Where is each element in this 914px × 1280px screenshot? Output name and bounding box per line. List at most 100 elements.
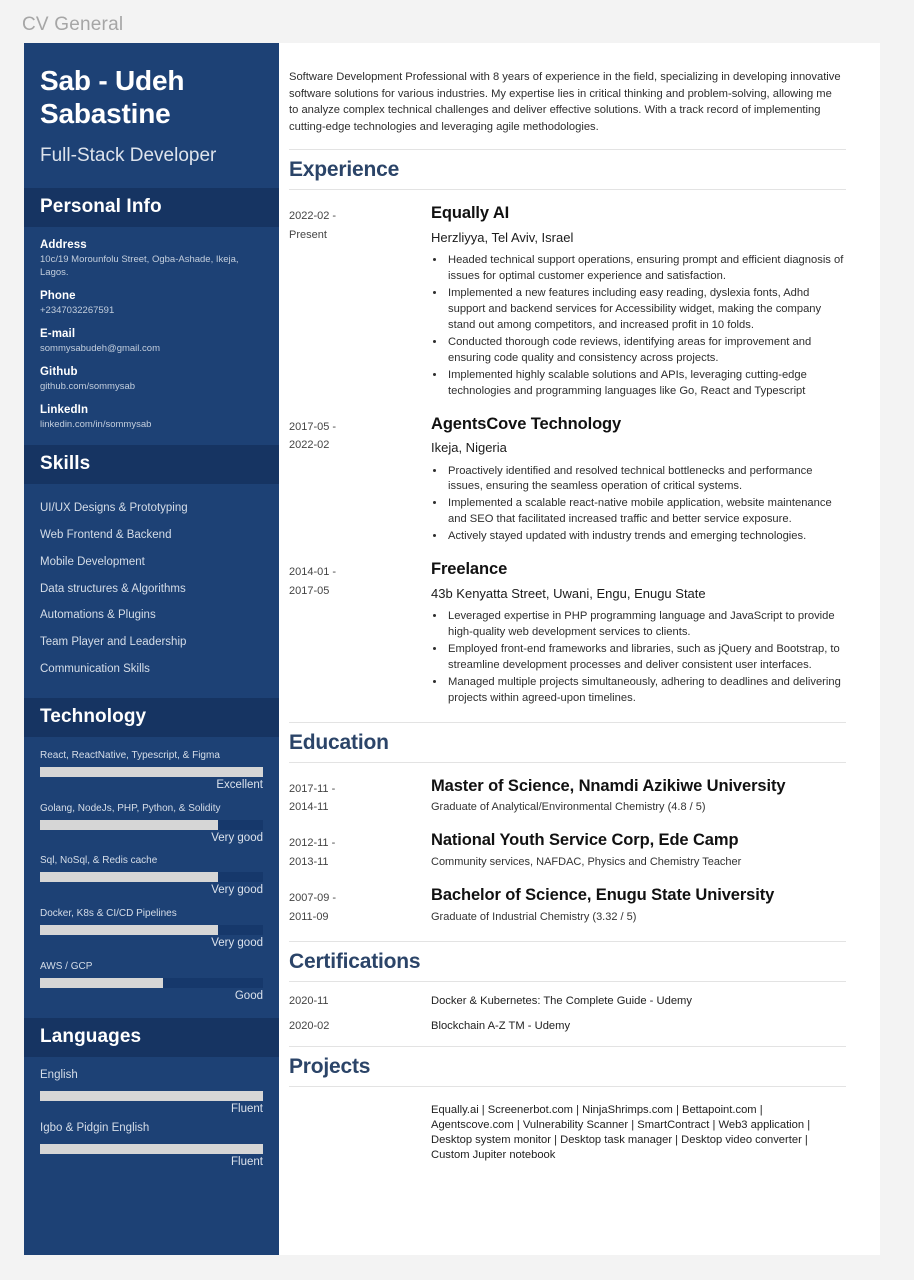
language-level: Fluent — [231, 1156, 263, 1169]
technology-body: React, ReactNative, Typescript, & Figma … — [24, 737, 279, 1018]
technology-progress-bar — [40, 766, 263, 777]
experience-date: 2014-01 - 2017-05 — [289, 560, 431, 707]
date-from: 2017-11 - — [289, 782, 336, 795]
education-date: 2017-11 - 2014-11 — [289, 777, 431, 818]
technology-item: Docker, K8s & CI/CD Pipelines Very good — [40, 907, 263, 951]
list-item: Managed multiple projects simultaneously… — [446, 675, 846, 707]
sidebar-identity: Sab - Udeh Sabastine Full-Stack Develope… — [24, 43, 279, 188]
experience-heading: Experience — [289, 158, 400, 182]
skills-heading: Skills — [40, 453, 91, 475]
info-item-linkedin: LinkedIn linkedin.com/in/sommysab — [40, 404, 263, 431]
technology-name: Sql, NoSql, & Redis cache — [40, 855, 158, 867]
certifications-heading: Certifications — [289, 950, 421, 974]
info-label: LinkedIn — [40, 404, 89, 417]
technology-name: Golang, NodeJs, PHP, Python, & Solidity — [40, 802, 221, 814]
certification-date: 2020-02 — [289, 1020, 330, 1033]
date-to: 2014-11 — [289, 801, 329, 814]
certifications-section-header: Certifications — [289, 941, 846, 983]
info-value[interactable]: sommysabudeh@gmail.com — [40, 342, 263, 355]
list-item: Leveraged expertise in PHP programming l… — [446, 609, 846, 641]
skill-item: UI/UX Designs & Prototyping — [40, 502, 188, 515]
skill-item: Data structures & Algorithms — [40, 582, 186, 595]
projects-list: Equally.ai | Screenerbot.com | NinjaShri… — [431, 1104, 811, 1161]
education-detail: Master of Science, Nnamdi Azikiwe Univer… — [431, 777, 846, 818]
technology-progress-fill — [40, 978, 163, 989]
personal-info-heading: Personal Info — [40, 195, 162, 217]
degree-name: Master of Science, Nnamdi Azikiwe Univer… — [431, 776, 786, 795]
technology-level: Very good — [211, 884, 263, 897]
language-progress-bar — [40, 1144, 263, 1155]
experience-entry: 2014-01 - 2017-05 Freelance 43b Kenyatta… — [289, 546, 846, 707]
technology-progress-bar — [40, 872, 263, 883]
degree-detail: Graduate of Industrial Chemistry (3.32 /… — [431, 911, 637, 923]
skill-item: Team Player and Leadership — [40, 636, 187, 649]
info-item-email: E-mail sommysabudeh@gmail.com — [40, 328, 263, 355]
degree-name: Bachelor of Science, Enugu State Univers… — [431, 886, 775, 905]
technology-progress-bar — [40, 978, 263, 989]
list-item: Employed front-end frameworks and librar… — [446, 642, 846, 674]
certification-name: Blockchain A-Z TM - Udemy — [431, 1020, 571, 1033]
technology-level: Excellent — [216, 778, 263, 791]
info-item-phone: Phone +2347032267591 — [40, 290, 263, 317]
section-header-languages: Languages — [24, 1017, 279, 1057]
responsibility-list: Leveraged expertise in PHP programming l… — [446, 609, 846, 706]
language-item: English Fluent — [40, 1069, 263, 1117]
certification-date: 2020-11 — [289, 995, 329, 1008]
technology-level: Very good — [211, 831, 263, 844]
responsibility-list: Headed technical support operations, ens… — [446, 253, 846, 399]
education-detail: National Youth Service Corp, Ede Camp Co… — [431, 831, 846, 872]
skill-item: Web Frontend & Backend — [40, 529, 172, 542]
technology-heading: Technology — [40, 705, 147, 727]
info-value[interactable]: linkedin.com/in/sommysab — [40, 418, 263, 431]
projects-entry: Equally.ai | Screenerbot.com | NinjaShri… — [289, 1087, 846, 1163]
degree-detail: Community services, NAFDAC, Physics and … — [431, 856, 742, 869]
language-name: Igbo & Pidgin English — [40, 1122, 150, 1135]
education-entry: 2012-11 - 2013-11 National Youth Service… — [289, 817, 846, 872]
employer-location: Ikeja, Nigeria — [431, 440, 507, 456]
language-level: Fluent — [231, 1102, 263, 1115]
certification-entry: 2020-11 Docker & Kubernetes: The Complet… — [289, 982, 846, 1007]
employer-name: AgentsCove Technology — [431, 414, 622, 433]
employer-location: 43b Kenyatta Street, Uwani, Engu, Enugu … — [431, 585, 706, 601]
employer-name: Freelance — [431, 560, 508, 579]
info-item-address: Address 10c/19 Morounfolu Street, Ogba-A… — [40, 239, 263, 279]
list-item: Implemented a scalable react-native mobi… — [446, 496, 846, 528]
certification-name: Docker & Kubernetes: The Complete Guide … — [431, 995, 692, 1008]
list-item: Actively stayed updated with industry tr… — [446, 529, 846, 545]
technology-name: AWS / GCP — [40, 961, 93, 973]
experience-section-header: Experience — [289, 149, 846, 191]
info-value[interactable]: github.com/sommysab — [40, 380, 263, 393]
projects-section-header: Projects — [289, 1046, 846, 1088]
responsibility-list: Proactively identified and resolved tech… — [446, 464, 846, 546]
date-from: 2017-05 - — [289, 420, 337, 433]
languages-heading: Languages — [40, 1025, 142, 1047]
technology-level: Very good — [211, 937, 263, 950]
education-entry: 2007-09 - 2011-09 Bachelor of Science, E… — [289, 872, 846, 927]
main-content: Software Development Professional with 8… — [279, 43, 880, 1255]
education-detail: Bachelor of Science, Enugu State Univers… — [431, 886, 846, 927]
technology-item: Golang, NodeJs, PHP, Python, & Solidity … — [40, 802, 263, 846]
candidate-job-title: Full-Stack Developer — [40, 144, 217, 166]
experience-entry: 2022-02 - Present Equally AI Herzliyya, … — [289, 190, 846, 400]
technology-progress-fill — [40, 925, 219, 936]
technology-progress-bar — [40, 925, 263, 936]
sidebar: Sab - Udeh Sabastine Full-Stack Develope… — [24, 43, 279, 1255]
skills-body: UI/UX Designs & Prototyping Web Frontend… — [24, 484, 279, 698]
education-section-header: Education — [289, 721, 846, 763]
document-title: CV General — [22, 14, 124, 35]
section-header-personal-info: Personal Info — [24, 187, 279, 227]
language-progress-bar — [40, 1090, 263, 1101]
date-from: 2014-01 - — [289, 566, 337, 579]
education-entry: 2017-11 - 2014-11 Master of Science, Nna… — [289, 763, 846, 818]
candidate-name: Sab - Udeh Sabastine — [40, 65, 185, 129]
technology-item: Sql, NoSql, & Redis cache Very good — [40, 854, 263, 898]
degree-detail: Graduate of Analytical/Environmental Che… — [431, 801, 706, 814]
info-label: Github — [40, 366, 78, 379]
skill-item: Communication Skills — [40, 663, 150, 676]
projects-spacer — [289, 1103, 431, 1163]
info-label: Address — [40, 238, 87, 251]
date-to: 2013-11 — [289, 856, 329, 869]
skill-item: Automations & Plugins — [40, 609, 156, 622]
skill-item: Mobile Development — [40, 555, 145, 568]
list-item: Implemented a new features including eas… — [446, 286, 846, 334]
